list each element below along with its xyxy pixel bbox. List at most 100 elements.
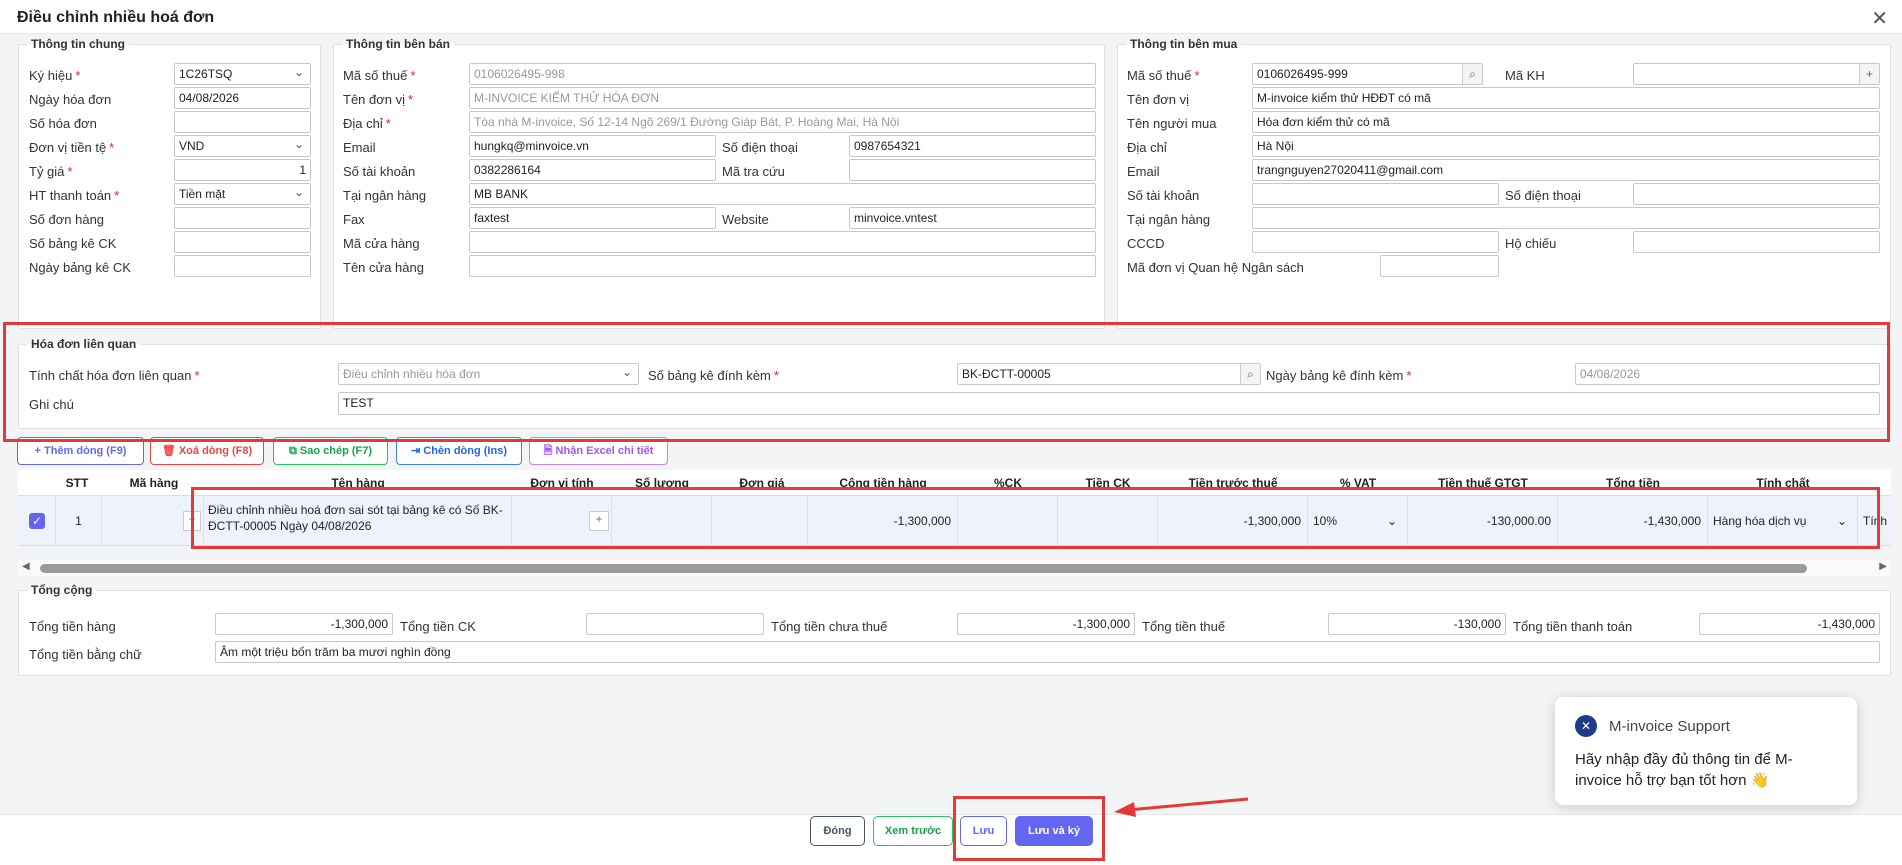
buyer-ten-input[interactable]: M-invoice kiểm thử HĐĐT có mã — [1252, 87, 1880, 109]
plus-icon[interactable]: + — [183, 511, 201, 531]
tong-ck-input[interactable] — [586, 613, 764, 635]
row-tien-ck[interactable] — [1058, 496, 1158, 546]
seller-tench-label: Tên cửa hàng — [343, 260, 424, 275]
close-button[interactable]: Đóng — [810, 816, 865, 846]
row-ck[interactable] — [958, 496, 1058, 546]
ngay-bk-ck-input[interactable] — [174, 255, 311, 277]
seller-mst-label: Mã số thuế * — [343, 68, 416, 83]
table-row[interactable]: ✓ 1 + Điều chỉnh nhiều hoá đơn sai sót t… — [18, 496, 1891, 546]
seller-mst-input[interactable]: 0106026495-998 — [469, 63, 1096, 85]
preview-button[interactable]: Xem trước — [873, 816, 953, 846]
row-dvt[interactable]: + — [512, 496, 612, 546]
bang-chu-label: Tổng tiền bằng chữ — [29, 647, 142, 662]
seller-web-input[interactable]: minvoice.vntest — [849, 207, 1096, 229]
row-ten-hang[interactable]: Điều chỉnh nhiều hoá đơn sai sót tại bản… — [204, 496, 512, 546]
checkbox[interactable]: ✓ — [29, 513, 45, 529]
row-extra[interactable]: Tính — [1858, 496, 1891, 546]
scrollbar-thumb[interactable] — [40, 564, 1807, 573]
seller-sdt-input[interactable]: 0987654321 — [849, 135, 1096, 157]
dialog-title: Điều chỉnh nhiều hoá đơn — [17, 9, 215, 26]
insert-row-button[interactable]: ⇥ Chèn dòng (Ins) — [396, 437, 522, 465]
buyer-sdt-input[interactable] — [1633, 183, 1880, 205]
thanh-toan-input[interactable]: -1,430,000 — [1699, 613, 1880, 635]
tong-tien-hang-input[interactable]: -1,300,000 — [215, 613, 393, 635]
search-icon[interactable]: ⌕ — [1462, 64, 1482, 84]
row-truoc-thue[interactable]: -1,300,000 — [1158, 496, 1308, 546]
ky-hieu-select[interactable]: 1C26TSQ ⌄ — [174, 63, 311, 85]
seller-matc-input[interactable] — [849, 159, 1096, 181]
plus-icon[interactable]: + — [1859, 64, 1879, 84]
tong-ck-label: Tổng tiền CK — [400, 619, 476, 634]
scroll-left-icon[interactable]: ◀ — [22, 561, 30, 572]
row-tong[interactable]: -1,430,000 — [1558, 496, 1708, 546]
horizontal-scrollbar[interactable]: ◀ ▶ — [18, 560, 1891, 576]
add-row-button[interactable]: + Thêm dòng (F9) — [17, 437, 144, 465]
row-so-luong[interactable] — [612, 496, 712, 546]
seller-nh-label: Tại ngân hàng — [343, 188, 427, 203]
col-tong: Tổng tiền — [1606, 476, 1660, 490]
save-and-sign-button[interactable]: Lưu và ký — [1015, 816, 1093, 846]
buyer-email-input[interactable]: trangnguyen27020411@gmail.com — [1252, 159, 1880, 181]
seller-matc-label: Mã tra cứu — [722, 164, 785, 179]
ngay-bk-dinh-kem-input[interactable]: 04/08/2026 — [1575, 363, 1880, 385]
buyer-hc-input[interactable] — [1633, 231, 1880, 253]
bang-chu-input[interactable]: Âm một triệu bốn trăm ba mươi nghìn đồng — [215, 641, 1880, 663]
tinh-chat-label: Tính chất hóa đơn liên quan * — [29, 368, 200, 383]
import-excel-button[interactable]: 🗎 Nhận Excel chi tiết — [529, 437, 668, 465]
col-truoc-thue: Tiền trước thuế — [1188, 476, 1278, 490]
col-ten-hang: Tên hàng — [331, 476, 385, 490]
seller-nh-input[interactable]: MB BANK — [469, 183, 1096, 205]
chevron-down-icon: ⌄ — [1836, 514, 1847, 528]
buyer-makh-input[interactable]: + — [1633, 63, 1880, 85]
seller-web-label: Website — [722, 212, 769, 227]
buyer-stk-input[interactable] — [1252, 183, 1499, 205]
ty-gia-input[interactable]: 1 — [174, 159, 311, 181]
seller-ten-input[interactable]: M-INVOICE KIỂM THỬ HÓA ĐƠN — [469, 87, 1096, 109]
support-popup[interactable]: ✕ M-invoice Support Hãy nhập đầy đủ thôn… — [1555, 697, 1857, 805]
col-dvt: Đơn vị tính — [530, 476, 594, 490]
row-stt: 1 — [56, 496, 102, 546]
chevron-down-icon: ⌄ — [293, 185, 304, 199]
row-vat[interactable]: 10% ⌄ — [1308, 496, 1408, 546]
buyer-cccd-input[interactable] — [1252, 231, 1499, 253]
tinh-chat-select[interactable]: Điều chỉnh nhiều hóa đơn ⌄ — [338, 363, 639, 385]
seller-email-input[interactable]: hungkq@minvoice.vn — [469, 135, 716, 157]
row-don-gia[interactable] — [712, 496, 808, 546]
seller-tench-input[interactable] — [469, 255, 1096, 277]
so-bk-dinh-kem-input[interactable]: BK-ĐCTT-00005 ⌕ — [957, 363, 1261, 385]
delete-row-button[interactable]: 🗑 Xoá dòng (F8) — [150, 437, 264, 465]
row-ma-hang[interactable]: + — [102, 496, 204, 546]
buyer-nguoi-input[interactable]: Hóa đơn kiểm thử có mã — [1252, 111, 1880, 133]
seller-dc-input[interactable]: Tòa nhà M-invoice, Số 12-14 Ngõ 269/1 Đư… — [469, 111, 1096, 133]
buyer-ten-label: Tên đơn vị — [1127, 92, 1189, 107]
so-don-label: Số đơn hàng — [29, 212, 105, 227]
seller-mach-input[interactable] — [469, 231, 1096, 253]
buyer-dc-input[interactable]: Hà Nội — [1252, 135, 1880, 157]
ghi-chu-input[interactable]: TEST — [338, 392, 1880, 415]
tong-thue-label: Tổng tiền thuế — [1142, 619, 1226, 634]
seller-stk-input[interactable]: 0382286164 — [469, 159, 716, 181]
chua-thue-input[interactable]: -1,300,000 — [957, 613, 1135, 635]
ngay-bk-dinh-kem-label: Ngày bảng kê đính kèm * — [1266, 368, 1412, 383]
scroll-right-icon[interactable]: ▶ — [1879, 561, 1887, 572]
seller-fax-input[interactable]: faxtest — [469, 207, 716, 229]
buyer-mst-input[interactable]: 0106026495-999 ⌕ — [1252, 63, 1483, 85]
search-icon[interactable]: ⌕ — [1240, 364, 1260, 384]
tong-thue-input[interactable]: -130,000 — [1328, 613, 1506, 635]
row-tinh-chat[interactable]: Hàng hóa dịch vụ ⌄ — [1708, 496, 1858, 546]
buyer-nh-input[interactable] — [1252, 207, 1880, 229]
httt-select[interactable]: Tiền mặt ⌄ — [174, 183, 311, 205]
col-tinh-chat: Tính chất — [1756, 476, 1810, 490]
row-thue[interactable]: -130,000.00 — [1408, 496, 1558, 546]
so-hd-input[interactable] — [174, 111, 311, 133]
plus-icon[interactable]: + — [589, 511, 609, 531]
close-icon[interactable]: ✕ — [1871, 6, 1888, 31]
save-button[interactable]: Lưu — [960, 816, 1007, 846]
so-bk-ck-input[interactable] — [174, 231, 311, 253]
row-cong-tien[interactable]: -1,300,000 — [808, 496, 958, 546]
ngay-hd-input[interactable]: 04/08/2026 — [174, 87, 311, 109]
tien-te-select[interactable]: VND ⌄ — [174, 135, 311, 157]
copy-row-button[interactable]: ⧉ Sao chép (F7) — [273, 437, 388, 465]
buyer-qhns-input[interactable] — [1380, 255, 1499, 277]
so-don-input[interactable] — [174, 207, 311, 229]
